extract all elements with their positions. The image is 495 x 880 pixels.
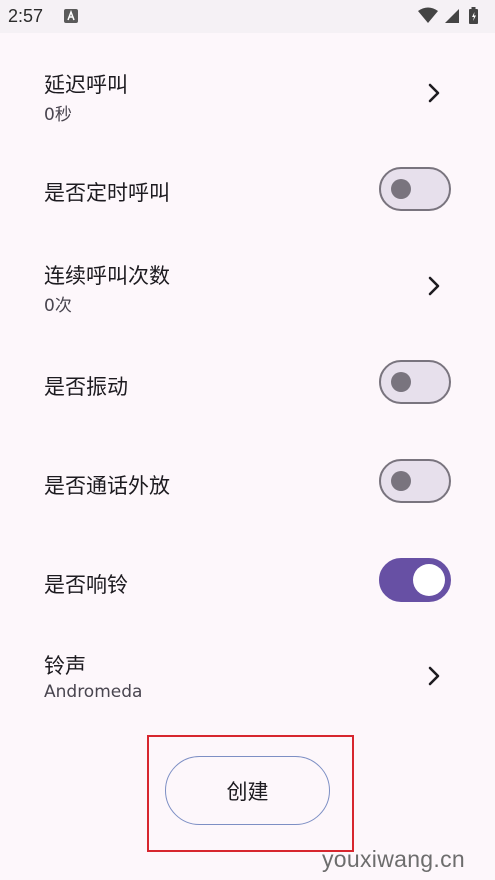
- setting-title: 是否通话外放: [44, 474, 170, 498]
- switch-thumb: [391, 179, 411, 199]
- battery-icon: [469, 7, 478, 24]
- setting-title: 铃声: [44, 654, 86, 678]
- status-bar: 2:57: [0, 0, 495, 33]
- create-button[interactable]: 创建: [165, 756, 330, 825]
- setting-scheduled-call[interactable]: 是否定时呼叫: [0, 153, 495, 228]
- setting-title: 是否定时呼叫: [44, 181, 170, 205]
- setting-value: 0秒: [44, 105, 72, 125]
- setting-value: Andromeda: [44, 682, 143, 702]
- create-button-label: 创建: [226, 779, 269, 804]
- chevron-right-icon: [428, 276, 440, 296]
- ring-switch[interactable]: [379, 558, 451, 602]
- switch-thumb: [391, 471, 411, 491]
- chevron-right-icon: [428, 83, 440, 103]
- setting-title: 延迟呼叫: [44, 73, 128, 97]
- a-notification-icon: [64, 9, 78, 23]
- setting-value: 0次: [44, 296, 72, 316]
- switch-thumb: [391, 372, 411, 392]
- setting-delay-call[interactable]: 延迟呼叫 0秒: [0, 33, 495, 153]
- setting-title: 是否振动: [44, 375, 128, 399]
- chevron-right-icon: [428, 666, 440, 686]
- wifi-icon: [418, 7, 438, 23]
- watermark: youxiwang.cn: [322, 846, 465, 872]
- speakerphone-switch[interactable]: [379, 459, 451, 503]
- setting-consecutive-calls[interactable]: 连续呼叫次数 0次: [0, 228, 495, 348]
- scheduled-call-switch[interactable]: [379, 167, 451, 211]
- cell-signal-icon: [445, 9, 459, 23]
- setting-vibrate[interactable]: 是否振动: [0, 348, 495, 428]
- status-time: 2:57: [8, 6, 44, 26]
- setting-speakerphone[interactable]: 是否通话外放: [0, 445, 495, 525]
- switch-thumb: [413, 564, 445, 596]
- setting-title: 是否响铃: [44, 573, 128, 597]
- setting-title: 连续呼叫次数: [44, 264, 170, 288]
- status-icons: [418, 7, 478, 24]
- setting-ringtone[interactable]: 铃声 Andromeda: [0, 625, 495, 725]
- vibrate-switch[interactable]: [379, 360, 451, 404]
- setting-ring[interactable]: 是否响铃: [0, 545, 495, 625]
